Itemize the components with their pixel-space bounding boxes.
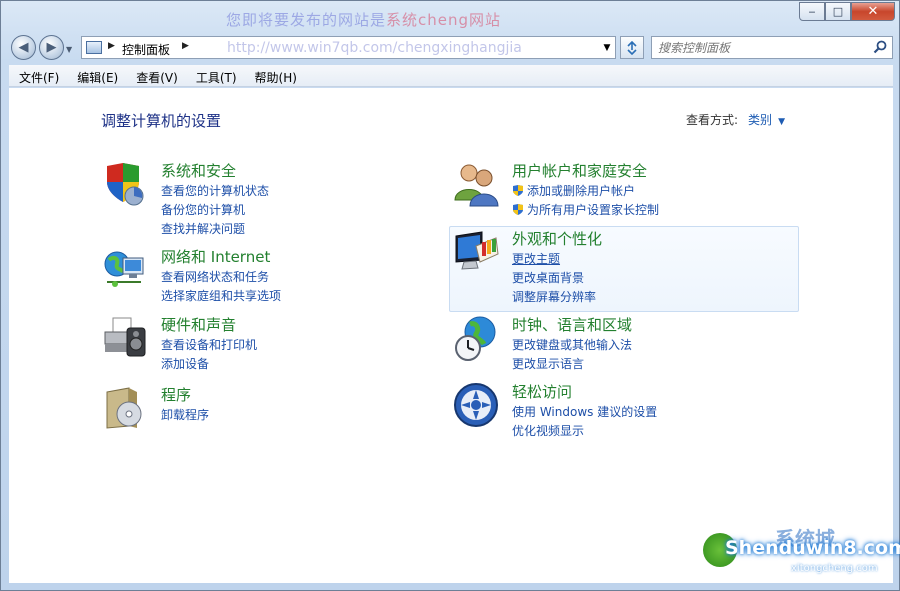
watermark-sub: xitongcheng.com: [791, 563, 878, 574]
control-panel-window: 您即将要发布的网站是系统cheng网站 ‒ □ ✕ ◀ ▶ ▼ ▶ 控制面板 ▶…: [0, 0, 900, 591]
title-watermark: 您即将要发布的网站是系统cheng网站: [226, 11, 502, 29]
chevron-down-icon[interactable]: ▼: [778, 117, 785, 127]
menu-help[interactable]: 帮助(H): [245, 65, 305, 86]
link-uninstall-program[interactable]: 卸载程序: [161, 406, 209, 423]
navigation-bar: ◀ ▶ ▼ ▶ 控制面板 ▶ http://www.win7qb.com/che…: [1, 32, 900, 62]
control-panel-icon: [86, 41, 102, 54]
category-title[interactable]: 程序: [161, 384, 191, 405]
category-title[interactable]: 用户帐户和家庭安全: [512, 160, 647, 181]
link-add-remove-accounts[interactable]: 添加或删除用户帐户: [512, 182, 635, 199]
clock-globe-icon: [455, 316, 496, 361]
printer-icon: [104, 317, 146, 357]
watermark-site: Shenduwin8.com: [725, 537, 900, 559]
menu-view[interactable]: 查看(V): [126, 65, 186, 86]
users-icon: [454, 164, 499, 207]
link-parental-controls[interactable]: 为所有用户设置家长控制: [512, 201, 659, 218]
category-title[interactable]: 网络和 Internet: [161, 246, 270, 267]
breadcrumb-arrow-icon[interactable]: ▶: [108, 41, 115, 51]
link-devices-printers[interactable]: 查看设备和打印机: [161, 336, 257, 353]
link-view-network-status[interactable]: 查看网络状态和任务: [161, 268, 269, 285]
back-button[interactable]: ◀: [11, 35, 36, 60]
link-adjust-resolution[interactable]: 调整屏幕分辨率: [512, 288, 596, 305]
content-pane: 调整计算机的设置 查看方式: 类别 ▼ 系统和安全 查看您的计算机状态 备份您的计算…: [9, 88, 900, 583]
view-by-dropdown[interactable]: 类别: [748, 113, 772, 127]
refresh-button[interactable]: [620, 36, 644, 59]
uac-shield-icon: [512, 203, 524, 216]
monitor-palette-icon: [455, 231, 499, 270]
search-icon[interactable]: [872, 39, 888, 55]
forward-button[interactable]: ▶: [39, 35, 64, 60]
refresh-icon: [627, 40, 637, 55]
uac-shield-icon: [512, 184, 524, 197]
shield-icon: [107, 163, 144, 206]
page-title: 调整计算机的设置: [101, 112, 222, 130]
hover-highlight: [449, 226, 799, 312]
link-optimize-video[interactable]: 优化视频显示: [512, 422, 584, 439]
breadcrumb-control-panel[interactable]: 控制面板: [122, 41, 170, 58]
category-title[interactable]: 外观和个性化: [512, 228, 602, 249]
view-by-label: 查看方式:: [686, 113, 739, 127]
address-dropdown-icon[interactable]: ▼: [599, 37, 615, 58]
menu-file[interactable]: 文件(F): [9, 65, 67, 86]
menu-edit[interactable]: 编辑(E): [67, 65, 126, 86]
title-bar: 您即将要发布的网站是系统cheng网站 ‒ □ ✕: [1, 1, 900, 31]
maximize-button[interactable]: □: [825, 2, 851, 21]
programs-box-icon: [106, 387, 142, 429]
caption-buttons: ‒ □ ✕: [799, 2, 895, 21]
address-watermark: http://www.win7qb.com/chengxinghangjia: [227, 40, 522, 56]
menu-bar: 文件(F) 编辑(E) 查看(V) 工具(T) 帮助(H): [9, 65, 893, 87]
link-view-computer-status[interactable]: 查看您的计算机状态: [161, 182, 269, 199]
link-add-device[interactable]: 添加设备: [161, 355, 209, 372]
view-by: 查看方式: 类别 ▼: [686, 111, 785, 128]
breadcrumb-arrow-icon[interactable]: ▶: [182, 41, 189, 51]
link-find-fix-problems[interactable]: 查找并解决问题: [161, 220, 245, 237]
category-title[interactable]: 轻松访问: [512, 381, 572, 402]
recent-pages-dropdown[interactable]: ▼: [66, 45, 72, 54]
network-globe-icon: [104, 251, 144, 287]
address-bar[interactable]: ▶ 控制面板 ▶ http://www.win7qb.com/chengxing…: [81, 36, 616, 59]
link-backup-computer[interactable]: 备份您的计算机: [161, 201, 245, 218]
close-button[interactable]: ✕: [851, 2, 895, 21]
link-change-theme[interactable]: 更改主题: [512, 250, 560, 267]
link-homegroup-sharing[interactable]: 选择家庭组和共享选项: [161, 287, 281, 304]
category-title[interactable]: 系统和安全: [161, 160, 236, 181]
link-change-display-language[interactable]: 更改显示语言: [512, 355, 584, 372]
site-watermark: 系统城 Shenduwin8.com xitongcheng.com: [695, 525, 900, 577]
link-windows-recommended-settings[interactable]: 使用 Windows 建议的设置: [512, 403, 657, 420]
link-change-desktop-background[interactable]: 更改桌面背景: [512, 269, 584, 286]
search-box[interactable]: [651, 36, 893, 59]
category-title[interactable]: 硬件和声音: [161, 314, 236, 335]
ease-of-access-icon: [454, 383, 498, 427]
back-arrow-icon: ◀: [18, 40, 29, 55]
forward-arrow-icon: ▶: [46, 40, 57, 55]
link-change-input-method[interactable]: 更改键盘或其他输入法: [512, 336, 632, 353]
category-title[interactable]: 时钟、语言和区域: [512, 314, 632, 335]
search-input[interactable]: [658, 40, 868, 56]
minimize-button[interactable]: ‒: [799, 2, 825, 21]
menu-tools[interactable]: 工具(T): [186, 65, 245, 86]
